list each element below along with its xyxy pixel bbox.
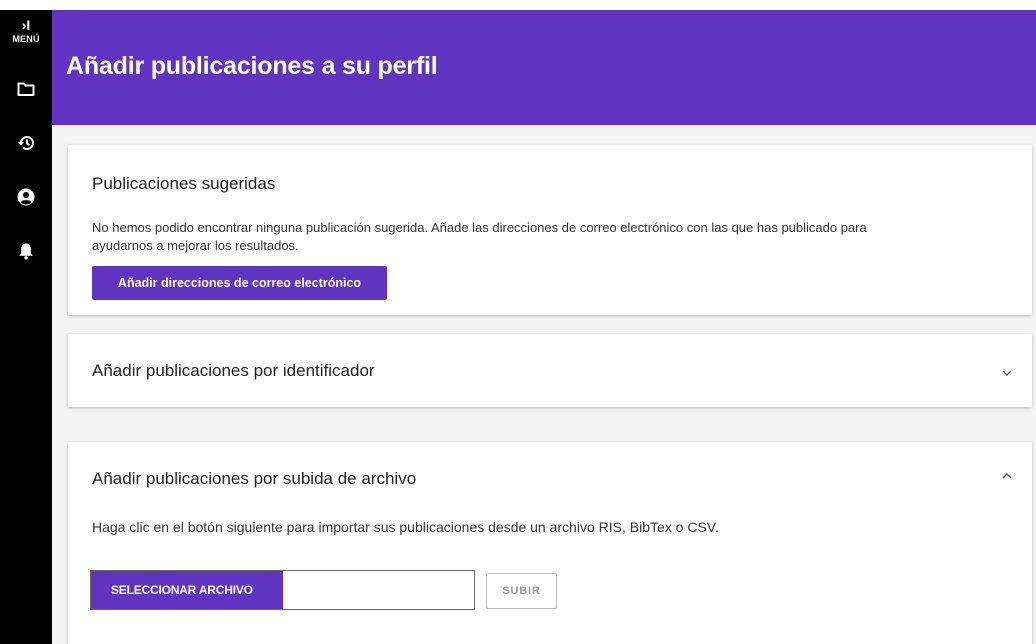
file-input-field[interactable]: SELECCIONAR ARCHIVO	[90, 570, 475, 610]
folder-icon[interactable]	[8, 73, 44, 105]
suggested-publications-title: Publicaciones sugeridas	[92, 174, 276, 193]
chevron-up-icon[interactable]	[1000, 469, 1014, 483]
sidebar: ›I MENÚ	[0, 10, 52, 644]
account-circle-icon[interactable]	[8, 181, 44, 213]
page-title: Añadir publicaciones a su perfil	[66, 52, 438, 80]
add-by-file-description: Haga clic en el botón siguiente para imp…	[92, 519, 719, 535]
select-file-button[interactable]: SELECCIONAR ARCHIVO	[91, 571, 283, 609]
bell-icon[interactable]	[8, 235, 44, 267]
menu-label: MENÚ	[12, 34, 40, 44]
top-strip	[0, 0, 1036, 10]
suggested-publications-text-line2: ayudarnos a mejorar los resultados.	[92, 238, 299, 253]
add-by-identifier-card[interactable]: Añadir publicaciones por identificador	[68, 334, 1032, 407]
upload-button[interactable]: SUBIR	[486, 573, 557, 609]
suggested-publications-text-line1: No hemos podido encontrar ninguna public…	[92, 220, 867, 235]
expand-menu-icon: ›I	[21, 17, 31, 33]
add-by-identifier-title: Añadir publicaciones por identificador	[92, 361, 375, 380]
add-by-file-card: Añadir publicaciones por subida de archi…	[68, 442, 1032, 644]
add-by-file-title: Añadir publicaciones por subida de archi…	[92, 469, 417, 488]
menu-toggle-button[interactable]: ›I MENÚ	[0, 18, 52, 62]
add-email-addresses-button[interactable]: Añadir direcciones de correo electrónico	[92, 266, 387, 300]
suggested-publications-card: Publicaciones sugeridas No hemos podido …	[68, 145, 1032, 315]
selected-file-name	[283, 571, 474, 609]
history-icon[interactable]	[8, 127, 44, 159]
page-header: Añadir publicaciones a su perfil	[52, 10, 1036, 125]
chevron-down-icon[interactable]	[1000, 366, 1014, 380]
